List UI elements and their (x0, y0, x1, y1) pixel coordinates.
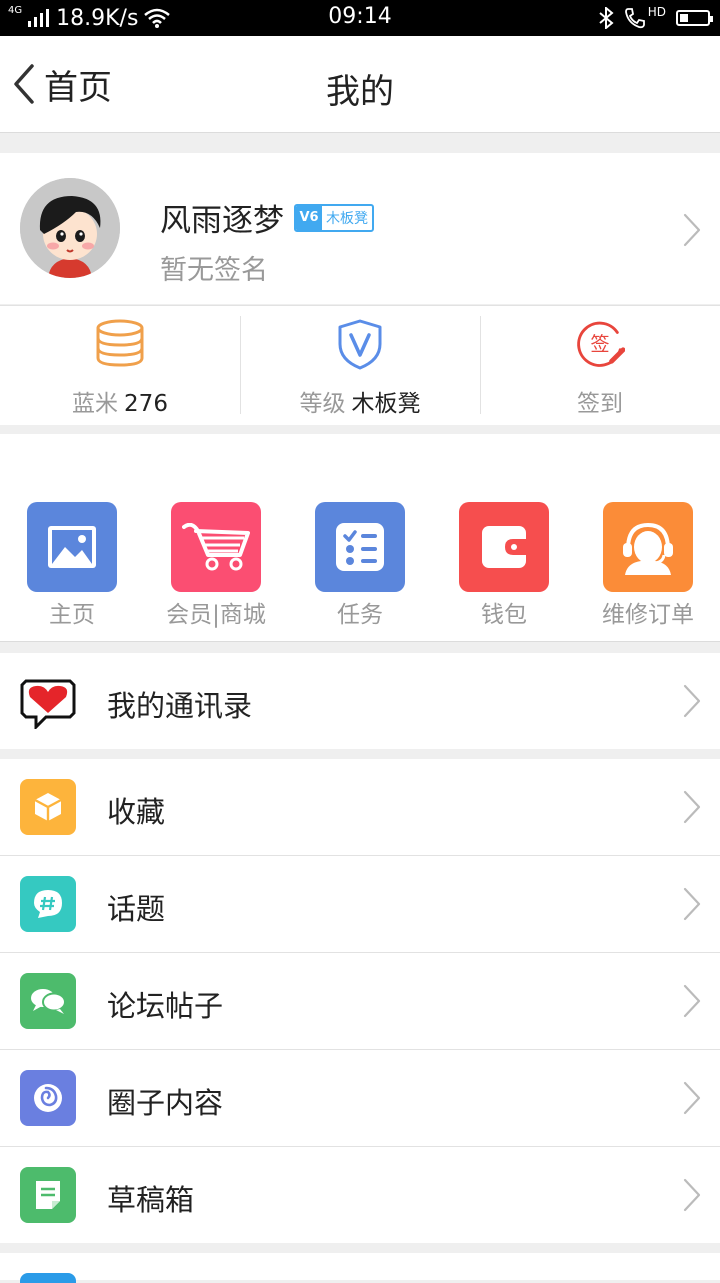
profile-card[interactable]: 风雨逐梦 V6 木板凳 暂无签名 (0, 153, 720, 304)
chat-bubbles-icon (20, 973, 76, 1029)
stat-lanmi-text: 蓝米 276 (0, 384, 240, 418)
list-item-contacts[interactable]: 我的通讯录 (0, 653, 720, 749)
shortcut-label: 会员|商城 (166, 602, 266, 628)
stat-label: 签到 (577, 391, 623, 417)
hd-label: HD (647, 5, 666, 19)
checkin-sign-icon: 签 (577, 321, 625, 367)
partial-icon (20, 1273, 76, 1283)
avatar[interactable] (20, 178, 120, 278)
nav-bar: 首页 我的 (0, 36, 720, 133)
chevron-right-icon (683, 213, 701, 247)
chevron-right-icon (683, 790, 701, 824)
task-list-icon (315, 502, 405, 592)
phone-call-icon (624, 8, 645, 29)
list-item-drafts[interactable]: 草稿箱 (0, 1147, 720, 1243)
shortcut-tasks[interactable]: 任务 (288, 502, 432, 632)
draft-note-icon (20, 1167, 76, 1223)
shortcut-homepage[interactable]: 主页 (0, 502, 144, 632)
list-item-label: 草稿箱 (107, 1183, 195, 1217)
shortcut-label: 主页 (49, 602, 95, 628)
user-signature: 暂无签名 (160, 255, 268, 286)
stat-value: 木板凳 (351, 391, 421, 417)
battery-level (680, 14, 688, 22)
list-item-circle-content[interactable]: 圈子内容 (0, 1050, 720, 1146)
chevron-right-icon (683, 984, 701, 1018)
level-badge: V6 木板凳 (294, 203, 374, 232)
stat-level-text: 等级 木板凳 (240, 384, 480, 418)
chevron-right-icon (683, 1178, 701, 1212)
shortcut-label: 任务 (337, 602, 383, 628)
page-title: 我的 (326, 72, 394, 112)
list-item-label: 圈子内容 (107, 1086, 224, 1120)
chevron-right-icon (683, 887, 701, 921)
shortcut-label: 钱包 (481, 602, 527, 628)
chevron-right-icon (683, 684, 701, 718)
coins-stack-icon (96, 319, 144, 367)
list-item-label: 话题 (107, 892, 166, 926)
stat-lanmi[interactable]: 蓝米 276 (0, 306, 240, 425)
cartoon-avatar-icon (20, 178, 120, 278)
username: 风雨逐梦 (160, 203, 284, 239)
box-icon (20, 779, 76, 835)
chevron-right-icon (683, 1081, 701, 1115)
badge-v-icon: V6 (296, 205, 322, 230)
stat-level[interactable]: 等级 木板凳 (240, 306, 480, 425)
wallet-icon (459, 502, 549, 592)
stat-value: 276 (124, 391, 168, 417)
bluetooth-icon (599, 7, 614, 29)
stat-label: 蓝米 (72, 391, 119, 417)
username-row: 风雨逐梦 V6 木板凳 (160, 195, 374, 240)
stats-bar: 蓝米 276 等级 木板凳 签 签到 (0, 305, 720, 425)
image-icon (27, 502, 117, 592)
status-right: HD (598, 4, 713, 32)
shortcut-grid: 主页 会员|商城 任务 钱包 维修订单 (0, 434, 720, 642)
list-item-topics[interactable]: 话题 (0, 856, 720, 952)
hashtag-bubble-icon (20, 876, 76, 932)
stat-checkin-text: 签到 (480, 384, 720, 418)
stat-checkin[interactable]: 签 签到 (480, 306, 720, 425)
list-item-label: 论坛帖子 (107, 989, 224, 1023)
shortcut-wallet[interactable]: 钱包 (432, 502, 576, 632)
spiral-icon (20, 1070, 76, 1126)
shield-v-icon (338, 319, 382, 370)
shortcut-label: 维修订单 (602, 602, 694, 628)
status-bar: 4G 18.9K/s 09:14 HD (0, 0, 720, 36)
list-item-partial[interactable] (0, 1253, 720, 1283)
list-item-label: 我的通讯录 (107, 689, 253, 723)
list-item-forum-posts[interactable]: 论坛帖子 (0, 953, 720, 1049)
list-item-label: 收藏 (107, 795, 166, 829)
service-agent-icon (603, 502, 693, 592)
list-group: 收藏 话题 论坛帖子 圈子内容 草稿箱 (0, 759, 720, 1243)
battery-icon (676, 10, 713, 26)
stat-label: 等级 (299, 391, 346, 417)
shortcut-repair-orders[interactable]: 维修订单 (576, 502, 720, 632)
checkin-glyph: 签 (590, 333, 609, 356)
shopping-cart-icon (171, 502, 261, 592)
shortcut-vip-mall[interactable]: 会员|商城 (144, 502, 288, 632)
heart-speech-icon (18, 673, 78, 733)
list-item-favorites[interactable]: 收藏 (0, 759, 720, 855)
badge-text: 木板凳 (326, 210, 368, 227)
